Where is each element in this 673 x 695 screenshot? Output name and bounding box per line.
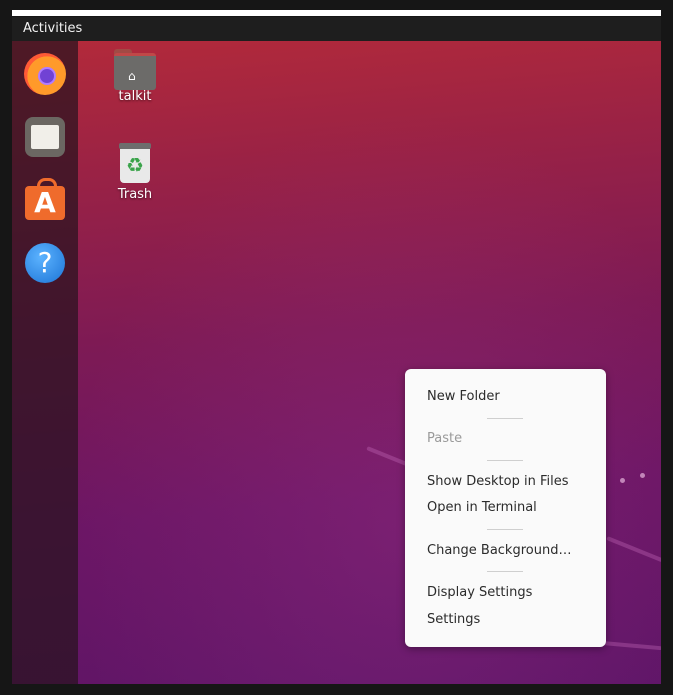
top-panel: Activities [12,17,661,41]
menu-item-open-in-terminal[interactable]: Open in Terminal [427,500,537,515]
dock: A ? [12,41,78,684]
menu-separator [487,418,523,419]
menu-item-paste[interactable]: Paste [427,431,462,446]
menu-item-new-folder[interactable]: New Folder [427,389,500,404]
store-icon: A [25,178,65,220]
recycle-icon: ♻ [120,149,150,183]
desktop-icon-label: talkit [118,89,152,104]
menu-item-change-background[interactable]: Change Background… [427,543,571,558]
menu-item-settings[interactable]: Settings [427,612,480,627]
menu-separator [487,460,523,461]
firefox-icon [24,53,66,95]
desktop-context-menu: New Folder Paste Show Desktop in Files O… [405,369,606,647]
menu-item-show-desktop-in-files[interactable]: Show Desktop in Files [427,474,568,489]
desktop-icon-home[interactable]: ⌂ talkit [100,49,170,104]
dock-item-firefox[interactable] [22,51,68,97]
dock-item-software[interactable]: A [22,178,68,224]
dock-item-files[interactable] [22,114,68,160]
desktop-screen: A ? ⌂ talkit ♻ Trash New Folder Paste Sh… [12,41,661,684]
menu-separator [487,529,523,530]
wallpaper-dot [640,473,645,478]
desktop-icon-trash[interactable]: ♻ Trash [100,143,170,202]
home-folder-icon: ⌂ [114,49,156,90]
files-icon [25,117,65,157]
window-frame: Activities A ? ⌂ talkit ♻ Trash New Fold… [0,0,673,695]
wallpaper-dot [620,478,625,483]
menu-separator [487,571,523,572]
desktop-icon-label: Trash [117,187,153,202]
dock-item-help[interactable]: ? [22,240,68,286]
trash-icon: ♻ [119,143,151,183]
folder-body: ⌂ [114,53,156,90]
house-icon: ⌂ [128,69,136,83]
top-border [12,10,661,16]
help-icon: ? [25,243,65,283]
activities-button[interactable]: Activities [23,21,82,36]
menu-item-display-settings[interactable]: Display Settings [427,585,532,600]
